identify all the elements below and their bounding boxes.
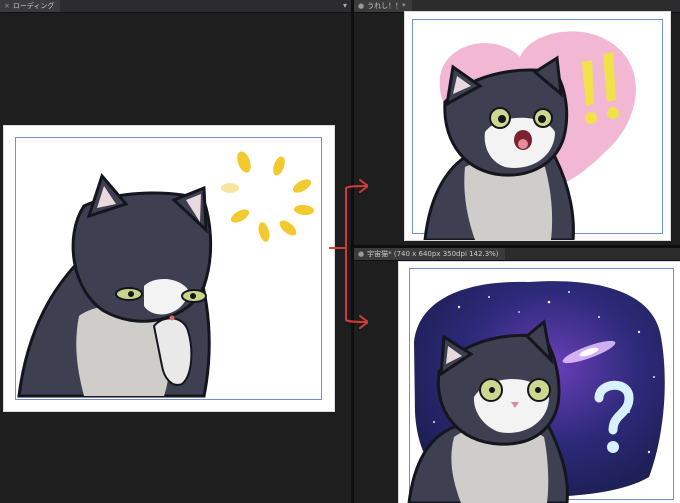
red-arrow-annotation [329, 179, 368, 329]
tab-label: ローディング [12, 2, 55, 10]
tab-loading[interactable]: × ローディング [0, 0, 61, 12]
tab-label: うれし！！* [367, 2, 406, 10]
dot-icon: ● [358, 2, 365, 10]
tab-ureshii[interactable]: ● うれし！！* [354, 0, 412, 12]
left-canvas-pane[interactable]: × ローディング ▾ [0, 0, 351, 503]
chevron-down-icon[interactable]: ▾ [343, 0, 347, 12]
happy-cat-illustration [423, 31, 636, 240]
ureshii-canvas[interactable] [405, 12, 670, 240]
left-tab-bar: × ローディング ▾ [0, 0, 351, 13]
close-icon[interactable]: × [4, 2, 10, 10]
bottom-right-canvas-pane[interactable]: ● 宇宙猫* (740 x 640px 350dpi 142.3%) [354, 248, 680, 503]
loading-canvas[interactable] [4, 126, 334, 411]
tab-uchuu-neko[interactable]: ● 宇宙猫* (740 x 640px 350dpi 142.3%) [354, 248, 505, 260]
thinking-cat-illustration [17, 151, 314, 398]
space-cat-illustration [407, 281, 665, 503]
top-right-canvas-pane[interactable]: ● うれし！！* [354, 0, 680, 245]
uchuu-neko-canvas[interactable] [399, 262, 680, 503]
tab-label: 宇宙猫* (740 x 640px 350dpi 142.3%) [367, 250, 499, 258]
bottom-right-tab-bar: ● 宇宙猫* (740 x 640px 350dpi 142.3%) [354, 248, 680, 261]
